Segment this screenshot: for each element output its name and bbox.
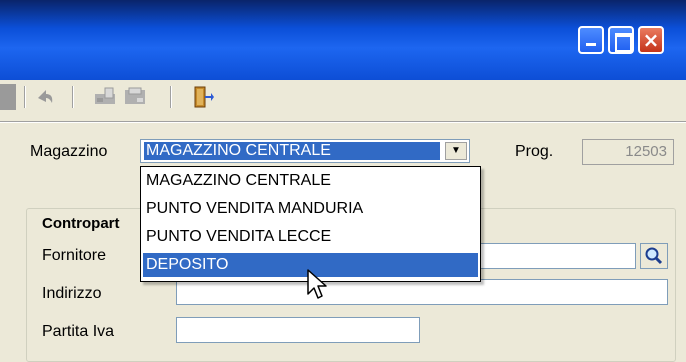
maximize-button[interactable] xyxy=(608,26,634,54)
toolbar-separator xyxy=(72,86,74,108)
print-icon xyxy=(125,87,145,104)
print-preview-button[interactable] xyxy=(92,84,118,110)
prog-label: Prog. xyxy=(515,143,554,160)
delete-button[interactable] xyxy=(0,84,16,110)
undo-icon xyxy=(38,90,53,103)
window-body: Magazzino MAGAZZINO CENTRALE ▼ Prog. 125… xyxy=(0,80,686,362)
undo-button[interactable] xyxy=(32,84,58,110)
print-button[interactable] xyxy=(122,84,148,110)
partita-iva-label: Partita Iva xyxy=(42,323,115,340)
magazzino-label: Magazzino xyxy=(30,143,108,160)
indirizzo-field[interactable] xyxy=(176,279,668,305)
fornitore-label: Fornitore xyxy=(42,247,107,264)
dropdown-option[interactable]: PUNTO VENDITA LECCE xyxy=(143,225,478,249)
magazzino-selected-value: MAGAZZINO CENTRALE xyxy=(144,142,440,160)
close-icon: × xyxy=(642,28,660,52)
toolbar-separator xyxy=(24,86,26,108)
magazzino-combobox[interactable]: MAGAZZINO CENTRALE ▼ xyxy=(140,139,470,163)
exit-button[interactable] xyxy=(190,84,216,110)
magazzino-dropdown-list[interactable]: MAGAZZINO CENTRALE PUNTO VENDITA MANDURI… xyxy=(140,166,481,282)
search-icon xyxy=(645,247,663,265)
indirizzo-label: Indirizzo xyxy=(42,285,102,302)
chevron-down-icon[interactable]: ▼ xyxy=(445,142,467,160)
minimize-button[interactable] xyxy=(578,26,604,54)
mouse-cursor-icon xyxy=(307,269,327,299)
toolbar-separator xyxy=(170,86,172,108)
fornitore-search-button[interactable] xyxy=(640,243,668,269)
print-preview-icon xyxy=(95,87,115,104)
toolbar xyxy=(0,80,686,120)
title-bar[interactable]: × xyxy=(0,0,686,80)
prog-field: 12503 xyxy=(582,139,674,165)
partita-iva-field[interactable] xyxy=(176,317,420,343)
dropdown-option[interactable]: PUNTO VENDITA MANDURIA xyxy=(143,197,478,221)
dropdown-option[interactable]: MAGAZZINO CENTRALE xyxy=(143,169,478,193)
group-title: Contropart xyxy=(42,215,120,233)
close-button[interactable]: × xyxy=(638,26,664,54)
toolbar-divider xyxy=(0,121,686,123)
exit-icon xyxy=(194,86,214,108)
